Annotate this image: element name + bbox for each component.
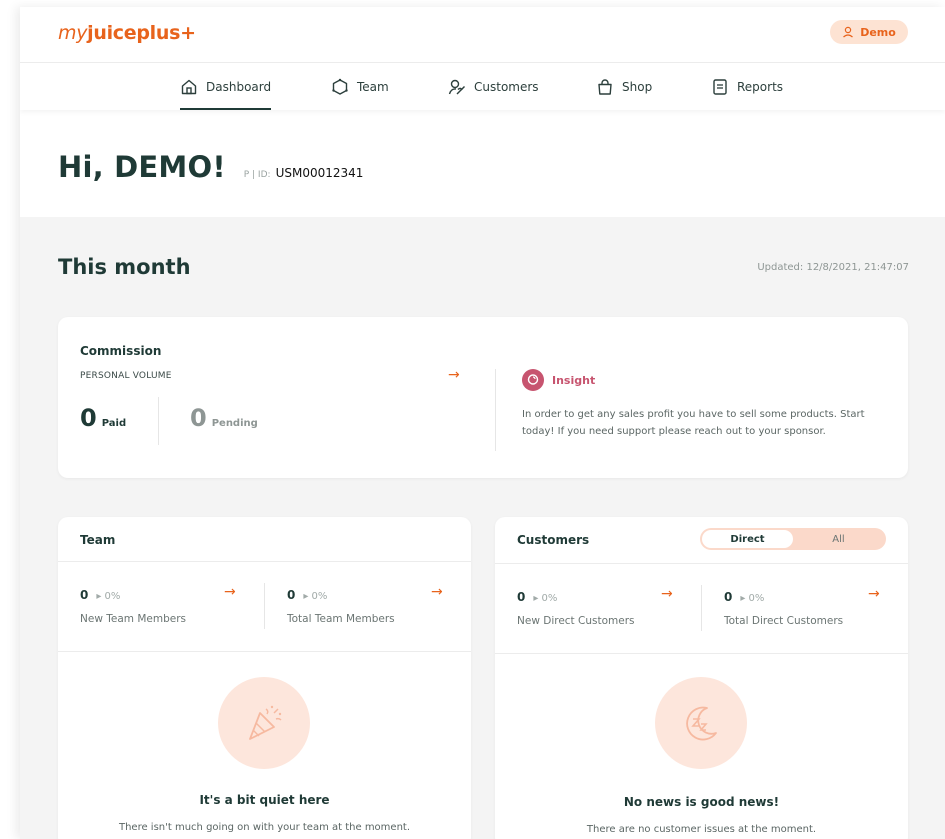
insight-icon [522, 369, 544, 391]
pending-value: 0 [190, 404, 207, 432]
commission-subtitle: PERSONAL VOLUME [80, 371, 172, 381]
reports-icon [713, 79, 727, 95]
stat-change: ▸ 0% [96, 591, 121, 602]
insight-title: Insight [552, 374, 596, 387]
page-title: Hi, DEMO! [58, 150, 226, 184]
total-direct-customers-stat[interactable]: 0 ▸ 0% Total Direct Customers [724, 590, 843, 627]
commission-title: Commission [80, 344, 162, 358]
stat-change: ▸ 0% [740, 593, 765, 604]
stat-label: Total Team Members [287, 613, 395, 625]
insight-text: In order to get any sales profit you hav… [522, 409, 865, 437]
divider [701, 585, 702, 631]
nav-label: Dashboard [206, 80, 272, 94]
empty-state-title: It's a bit quiet here [199, 793, 330, 807]
arrow-right-icon[interactable]: → [431, 584, 443, 600]
user-menu-button[interactable]: Demo [830, 20, 908, 44]
customers-icon [448, 79, 465, 95]
id-prefix: P | ID: [243, 170, 271, 180]
divider [495, 563, 908, 564]
divider [495, 653, 908, 654]
empty-state-text: There isn't much going on with your team… [118, 822, 411, 833]
customers-card: Customers Direct All 0 ▸ 0% New Direct Cu… [495, 517, 908, 839]
toggle-option-direct[interactable]: Direct [702, 530, 793, 548]
id-value: USM00012341 [275, 166, 364, 180]
empty-state-title: No news is good news! [623, 795, 780, 809]
divider [158, 397, 159, 445]
commission-arrow-icon[interactable]: → [448, 367, 460, 383]
customers-filter-toggle: Direct All [700, 528, 886, 550]
new-direct-customers-stat[interactable]: 0 ▸ 0% New Direct Customers [517, 590, 635, 627]
home-icon [181, 79, 197, 95]
arrow-right-icon[interactable]: → [868, 586, 880, 602]
stat-value: 0 [517, 590, 526, 604]
team-icon [332, 78, 348, 95]
user-label: Demo [860, 25, 896, 39]
shopping-bag-icon [598, 79, 612, 95]
paid-stat: 0 Paid [80, 404, 126, 432]
pending-stat: 0 Pending [190, 404, 258, 432]
pending-label: Pending [211, 418, 258, 429]
nav-label: Shop [622, 80, 653, 94]
stat-change: ▸ 0% [533, 593, 558, 604]
nav-customers[interactable]: Customers [448, 64, 539, 110]
divider [58, 651, 471, 652]
team-card: Team 0 ▸ 0% New Team Members → 0 ▸ 0% Tota… [58, 517, 471, 839]
divider [495, 369, 496, 451]
toggle-option-all[interactable]: All [793, 530, 884, 548]
section-title: This month [58, 255, 191, 279]
party-popper-icon [218, 677, 310, 769]
greeting: Hi, DEMO! P | ID: USM00012341 [58, 150, 363, 184]
updated-timestamp: Updated: 12/8/2021, 21:47:07 [757, 262, 909, 273]
divider [264, 583, 265, 629]
nav-team[interactable]: Team [331, 64, 389, 110]
paid-label: Paid [101, 418, 127, 429]
brand-logo[interactable]: myjuiceplus+ [58, 22, 196, 44]
nav-reports[interactable]: Reports [711, 64, 783, 110]
commission-card: Commission PERSONAL VOLUME → 0 Paid 0 Pe… [58, 317, 908, 478]
empty-state-text: There are no customer issues at the mome… [586, 824, 817, 835]
stat-change: ▸ 0% [303, 591, 328, 602]
nav-label: Customers [474, 80, 539, 94]
arrow-right-icon[interactable]: → [661, 586, 673, 602]
dashboard-section: This month Updated: 12/8/2021, 21:47:07 … [20, 217, 945, 839]
stat-label: New Direct Customers [517, 615, 635, 627]
nav-dashboard[interactable]: Dashboard [180, 64, 272, 110]
arrow-right-icon[interactable]: → [224, 584, 236, 600]
stat-value: 0 [80, 588, 89, 602]
divider [58, 561, 471, 562]
customers-title: Customers [517, 533, 590, 547]
user-icon [843, 26, 854, 38]
main-nav: Dashboard Team Customers Shop Reports [20, 64, 945, 110]
nav-label: Team [357, 80, 389, 94]
nav-label: Reports [737, 80, 784, 94]
sleeping-moon-icon [655, 677, 747, 769]
team-title: Team [80, 533, 116, 547]
stat-value: 0 [287, 588, 296, 602]
stat-value: 0 [724, 590, 733, 604]
stat-label: New Team Members [80, 613, 186, 625]
app-page: myjuiceplus+ Demo Dashboard Team Custome… [20, 7, 945, 839]
top-bar: myjuiceplus+ Demo [20, 7, 945, 63]
paid-value: 0 [80, 404, 97, 432]
stat-label: Total Direct Customers [724, 615, 844, 627]
nav-shop[interactable]: Shop [596, 64, 652, 110]
new-team-members-stat[interactable]: 0 ▸ 0% New Team Members [80, 588, 186, 625]
total-team-members-stat[interactable]: 0 ▸ 0% Total Team Members [287, 588, 395, 625]
